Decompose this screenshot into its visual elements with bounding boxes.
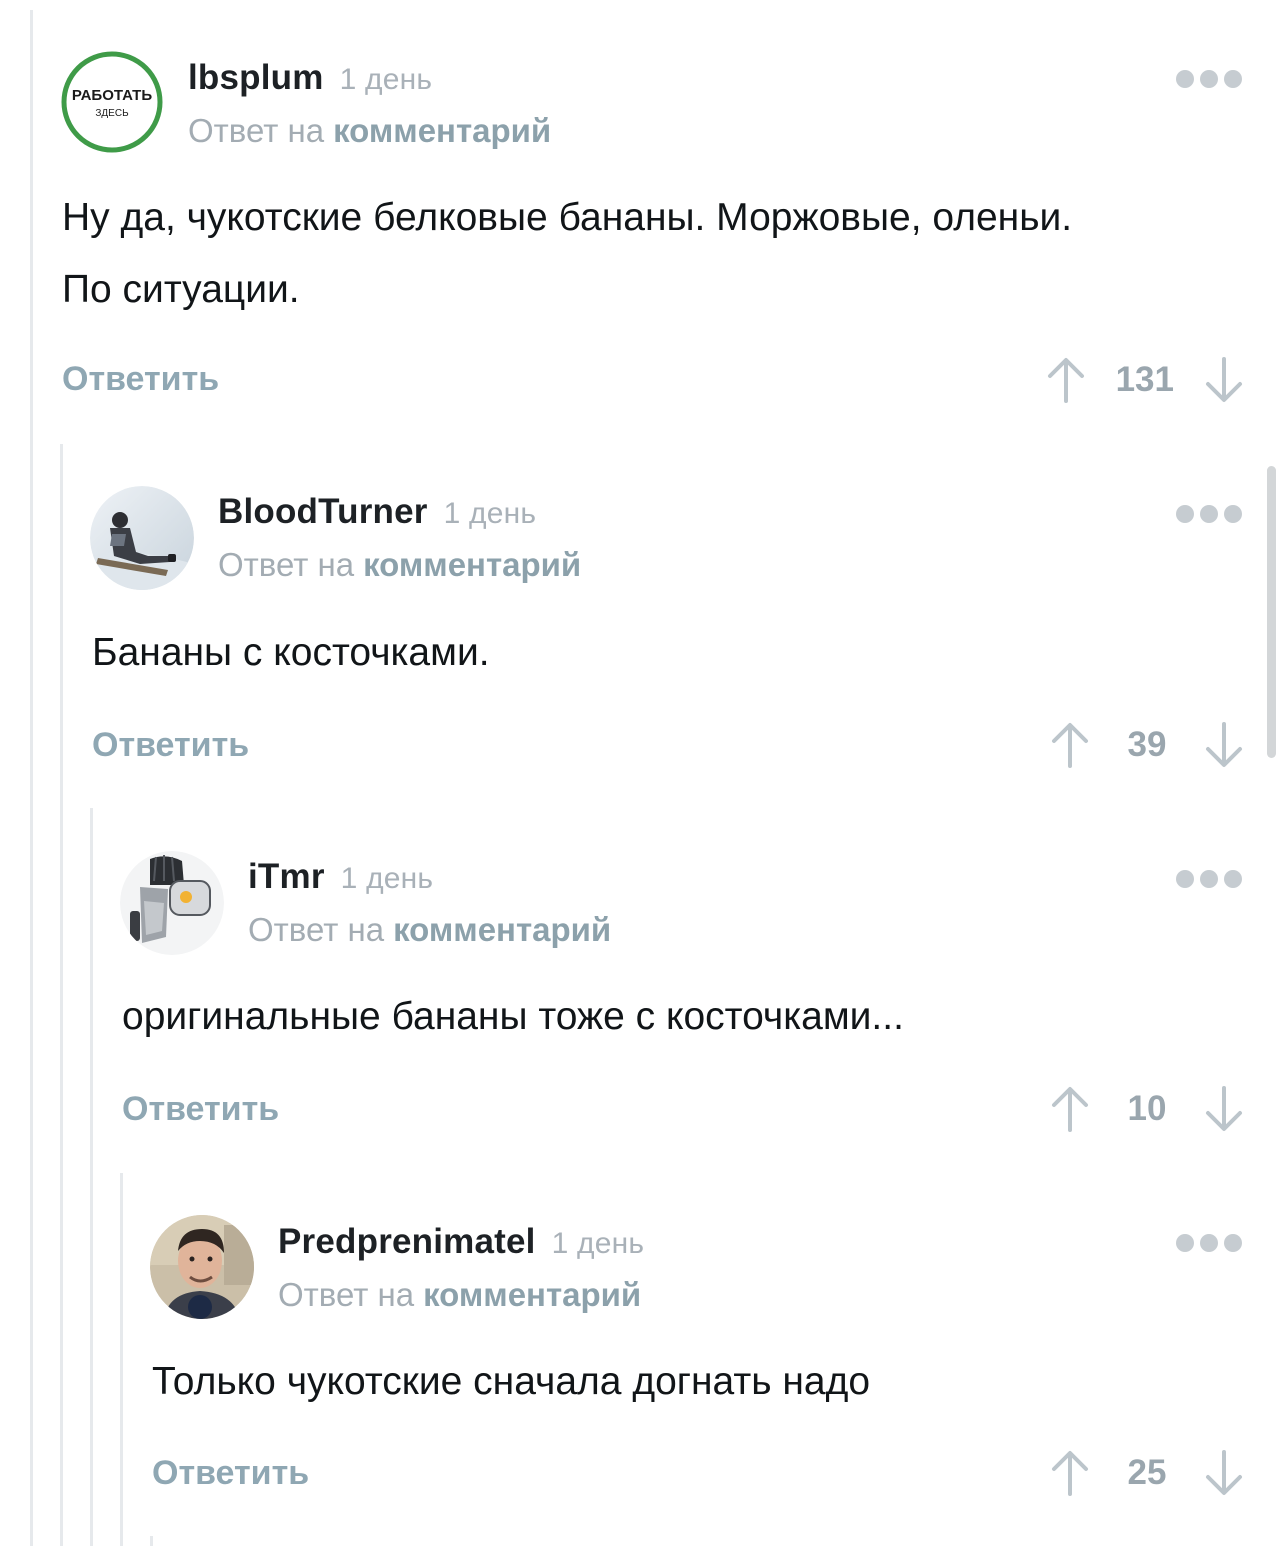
timestamp: 1 день [339, 63, 433, 96]
arrow-up-icon[interactable] [1046, 355, 1086, 405]
thread-line-level-4 [120, 1173, 123, 1546]
username[interactable]: iTmr [248, 857, 325, 896]
reply-to-prefix: Ответ на [248, 911, 385, 948]
timestamp: 1 день [340, 862, 434, 895]
thread-line-level-2 [60, 444, 63, 1546]
reply-button[interactable]: Ответить [62, 360, 219, 399]
vote-score: 131 [1115, 360, 1174, 399]
vote-controls: 131 [1046, 354, 1244, 406]
avatar-image: РАБОТАТЬ ЗДЕСЬ [61, 51, 163, 153]
vote-score: 39 [1127, 725, 1167, 764]
avatar[interactable] [120, 851, 224, 955]
avatar[interactable]: РАБОТАТЬ ЗДЕСЬ [60, 50, 164, 154]
reply-button[interactable]: Ответить [92, 726, 249, 765]
comment-text-line: оригинальные бананы тоже с косточками... [122, 995, 904, 1038]
comment-text: Только чукотские сначала догнать надо [152, 1346, 870, 1418]
avatar-image [90, 486, 194, 590]
arrow-up-icon[interactable] [1050, 1448, 1090, 1498]
vote-controls: 10 [1050, 1083, 1244, 1135]
username[interactable]: lbsplum [188, 58, 324, 97]
arrow-down-icon[interactable] [1204, 720, 1244, 770]
vote-score: 25 [1127, 1453, 1167, 1492]
comment-header: iTmr 1 день [248, 857, 433, 897]
arrow-down-icon[interactable] [1204, 1448, 1244, 1498]
avatar-text-line-1: РАБОТАТЬ [72, 87, 152, 104]
thread-line-level-5 [150, 1536, 153, 1546]
comment-text: оригинальные бананы тоже с косточками... [122, 981, 904, 1053]
reply-button[interactable]: Ответить [152, 1454, 309, 1493]
reply-to-prefix: Ответ на [218, 546, 355, 583]
more-dots-icon[interactable] [1176, 70, 1242, 88]
more-dots-icon[interactable] [1176, 1234, 1242, 1252]
reply-to-line: Ответ на комментарий [188, 112, 551, 150]
comment-header: BloodTurner 1 день [218, 492, 536, 532]
vote-controls: 39 [1050, 719, 1244, 771]
avatar-image [150, 1215, 254, 1319]
reply-to-prefix: Ответ на [188, 112, 325, 149]
timestamp: 1 день [551, 1227, 645, 1260]
comment-text-line: Бананы с косточками. [92, 631, 490, 674]
reply-to-link[interactable]: комментарий [423, 1276, 641, 1313]
reply-to-link[interactable]: комментарий [393, 911, 611, 948]
arrow-up-icon[interactable] [1050, 1084, 1090, 1134]
comment-text-line: По ситуации. [62, 268, 300, 311]
reply-to-line: Ответ на комментарий [248, 911, 611, 949]
avatar[interactable] [150, 1215, 254, 1319]
arrow-up-icon[interactable] [1050, 720, 1090, 770]
arrow-down-icon[interactable] [1204, 1084, 1244, 1134]
arrow-down-icon[interactable] [1204, 355, 1244, 405]
reply-to-prefix: Ответ на [278, 1276, 415, 1313]
comment-text: Ну да, чукотские белковые бананы. Моржов… [62, 182, 1072, 326]
reply-to-link[interactable]: комментарий [333, 112, 551, 149]
reply-to-line: Ответ на комментарий [218, 546, 581, 584]
reply-to-line: Ответ на комментарий [278, 1276, 641, 1314]
thread-line-level-3 [90, 808, 93, 1546]
reply-to-link[interactable]: комментарий [363, 546, 581, 583]
more-dots-icon[interactable] [1176, 505, 1242, 523]
comment-text-line: Только чукотские сначала догнать надо [152, 1360, 871, 1403]
vote-score: 10 [1127, 1089, 1167, 1128]
more-dots-icon[interactable] [1176, 870, 1242, 888]
vote-controls: 25 [1050, 1447, 1244, 1499]
username[interactable]: BloodTurner [218, 492, 428, 531]
thread-line-level-1 [30, 10, 33, 1546]
avatar[interactable] [90, 486, 194, 590]
comment-header: Predprenimatel 1 день [278, 1222, 644, 1262]
timestamp: 1 день [443, 497, 537, 530]
avatar-text-line-2: ЗДЕСЬ [95, 108, 129, 119]
comment-text-line: Ну да, чукотские белковые бананы. Моржов… [62, 196, 1073, 239]
comment-header: lbsplum 1 день [188, 58, 432, 98]
comments-page: РАБОТАТЬ ЗДЕСЬ lbsplum 1 день Ответ на ком… [0, 0, 1284, 1546]
comment-text: Бананы с косточками. [92, 617, 490, 689]
scrollbar[interactable] [1267, 466, 1276, 758]
avatar-image [120, 851, 224, 955]
reply-button[interactable]: Ответить [122, 1090, 279, 1129]
username[interactable]: Predprenimatel [278, 1222, 536, 1261]
